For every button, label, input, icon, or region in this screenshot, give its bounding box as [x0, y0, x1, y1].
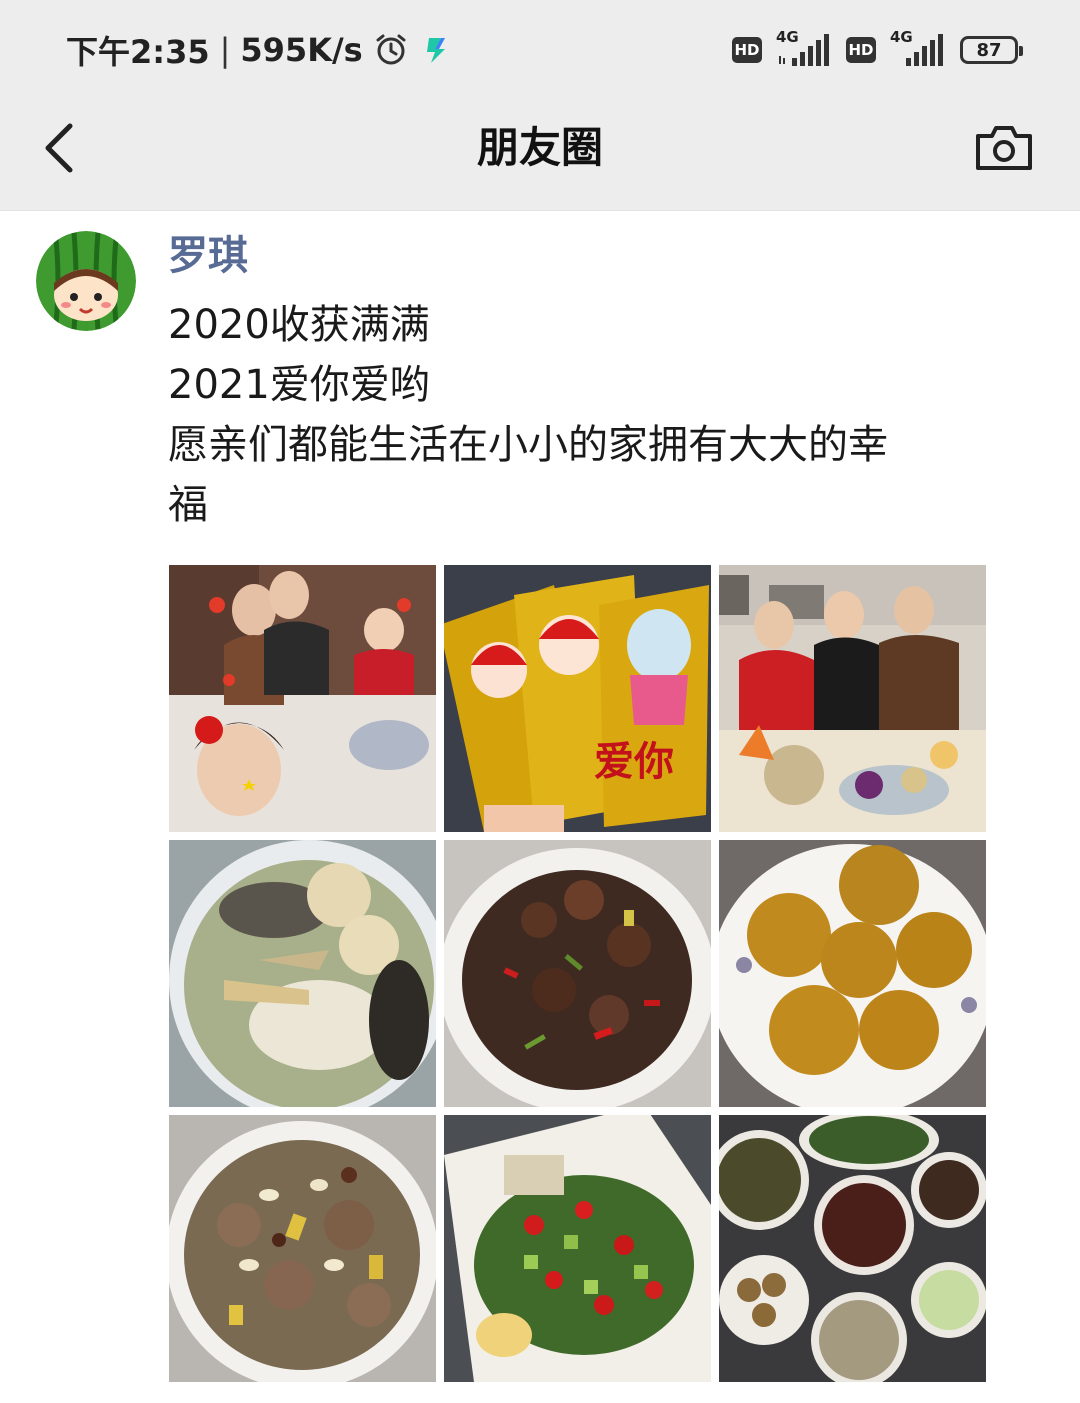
post-text: 2020收获满满 2021爱你爱哟 愿亲们都能生活在小小的家拥有大大的幸 福	[168, 295, 1028, 535]
photo-children-at-table[interactable]	[719, 565, 986, 832]
photo-table-of-dishes[interactable]	[719, 1115, 986, 1382]
post-text-line: 2021爱你爱哟	[168, 362, 430, 408]
status-left: 下午2:35 | 595K/s	[66, 28, 455, 72]
battery-level: 87	[976, 39, 1002, 61]
alarm-clock-icon	[373, 32, 409, 68]
photo-pepper-vegetables[interactable]	[444, 1115, 711, 1382]
photo-chicken-soup[interactable]	[169, 840, 436, 1107]
photo-stir-fried-meat[interactable]	[444, 840, 711, 1107]
post-text-line: 福	[168, 482, 208, 528]
battery-icon: 87	[960, 36, 1023, 64]
page-title: 朋友圈	[476, 123, 603, 172]
photo-grid: 爱你	[169, 565, 987, 1382]
hd-badge-2: HD	[846, 37, 876, 63]
status-time: 下午2:35	[66, 33, 210, 71]
hd-badge: HD	[732, 37, 762, 63]
network-speed: 595K/s	[240, 31, 363, 69]
post-text-line: 愿亲们都能生活在小小的家拥有大大的幸	[168, 422, 888, 468]
photo-braised-meat[interactable]	[169, 1115, 436, 1382]
camera-button[interactable]	[972, 120, 1036, 176]
app-notification-icon	[419, 32, 455, 68]
camera-icon	[976, 126, 1032, 170]
signal-icon-2: 4G	[890, 28, 946, 70]
watermelon-avatar	[36, 231, 136, 331]
red-envelope-text: 爱你	[594, 739, 674, 785]
photo-golden-buns[interactable]	[719, 840, 986, 1107]
author-name[interactable]: 罗琪	[168, 231, 248, 281]
moments-post: 罗琪 2020收获满满 2021爱你爱哟 愿亲们都能生活在小小的家拥有大大的幸 …	[0, 211, 1080, 1403]
post-text-line: 2020收获满满	[168, 302, 430, 348]
signal-icon: 4G	[776, 28, 832, 70]
photo-red-envelopes[interactable]: 爱你	[444, 565, 711, 832]
author-avatar[interactable]	[36, 231, 136, 331]
status-separator: |	[219, 31, 231, 69]
status-bar: 下午2:35 | 595K/s HD 4G HD 4G 87	[0, 0, 1080, 100]
photo-family-selfie[interactable]	[169, 565, 436, 832]
nav-bar: 朋友圈	[0, 100, 1080, 211]
status-right: HD 4G HD 4G 87	[732, 26, 1023, 74]
